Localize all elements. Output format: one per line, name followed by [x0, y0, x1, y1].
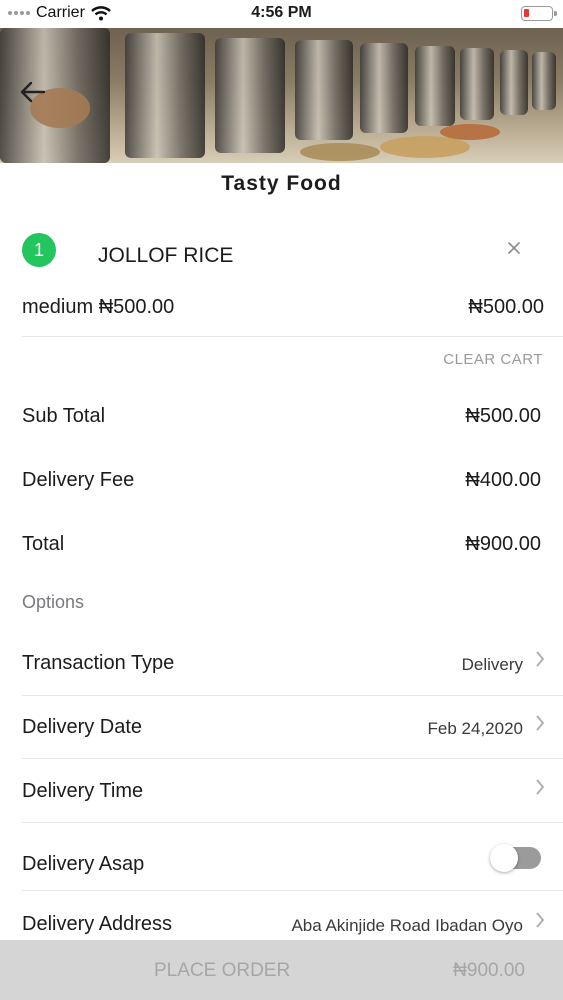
divider	[22, 890, 563, 891]
chevron-right-icon	[536, 715, 545, 731]
transaction-type-label: Transaction Type	[22, 652, 175, 674]
delivery-address-label: Delivery Address	[22, 913, 173, 935]
back-button[interactable]	[16, 75, 50, 109]
battery-icon	[521, 6, 557, 21]
chevron-right-icon	[536, 779, 545, 795]
delivery-time-row[interactable]: Delivery Time	[22, 779, 563, 803]
place-order-bar[interactable]: PLACE ORDER ₦900.00	[0, 940, 563, 1000]
options-section-label: Options	[22, 592, 85, 612]
divider	[22, 822, 563, 823]
delivery-fee-value: ₦400.00	[465, 469, 541, 491]
total-label: Total	[22, 533, 65, 555]
delivery-asap-toggle[interactable]	[490, 844, 541, 872]
delivery-asap-label: Delivery Asap	[22, 853, 145, 875]
delivery-date-label: Delivery Date	[22, 716, 143, 738]
page-title: Tasty Food	[221, 172, 342, 195]
divider	[22, 695, 563, 696]
remove-item-button[interactable]	[504, 238, 524, 261]
order-total: ₦900.00	[453, 960, 525, 981]
divider	[22, 336, 563, 337]
clear-cart-button[interactable]: CLEAR CART	[443, 351, 543, 368]
chevron-right-icon	[536, 651, 545, 667]
delivery-address-row[interactable]: Delivery Address Aba Akinjide Road Ibada…	[22, 912, 563, 936]
restaurant-banner-image	[0, 28, 563, 163]
delivery-asap-row: Delivery Asap	[22, 853, 563, 876]
status-bar: Carrier 4:56 PM	[0, 0, 563, 28]
cart-item-variant: medium ₦500.00	[22, 296, 175, 318]
chevron-right-icon	[536, 912, 545, 928]
total-row: Total ₦900.00	[22, 533, 541, 556]
cart-item-name: JOLLOF RICE	[98, 244, 234, 267]
cart-item-price: ₦500.00	[468, 296, 544, 318]
quantity-badge: 1	[22, 233, 56, 267]
subtotal-row: Sub Total ₦500.00	[22, 405, 541, 428]
delivery-address-value: Aba Akinjide Road Ibadan Oyo	[291, 916, 523, 935]
transaction-type-value: Delivery	[461, 655, 523, 674]
subtotal-label: Sub Total	[22, 405, 106, 427]
arrow-left-icon	[20, 81, 46, 103]
delivery-date-value: Feb 24,2020	[427, 719, 523, 738]
status-time: 4:56 PM	[251, 4, 312, 21]
transaction-type-row[interactable]: Transaction Type Delivery	[22, 651, 563, 675]
delivery-fee-row: Delivery Fee ₦400.00	[22, 469, 541, 492]
delivery-time-label: Delivery Time	[22, 780, 144, 802]
delivery-date-row[interactable]: Delivery Date Feb 24,2020	[22, 715, 563, 739]
place-order-button[interactable]: PLACE ORDER	[154, 960, 290, 982]
toggle-knob	[490, 844, 518, 872]
divider	[22, 758, 563, 759]
delivery-fee-label: Delivery Fee	[22, 469, 135, 491]
total-value: ₦900.00	[465, 533, 541, 555]
close-icon	[508, 242, 520, 254]
subtotal-value: ₦500.00	[465, 405, 541, 427]
